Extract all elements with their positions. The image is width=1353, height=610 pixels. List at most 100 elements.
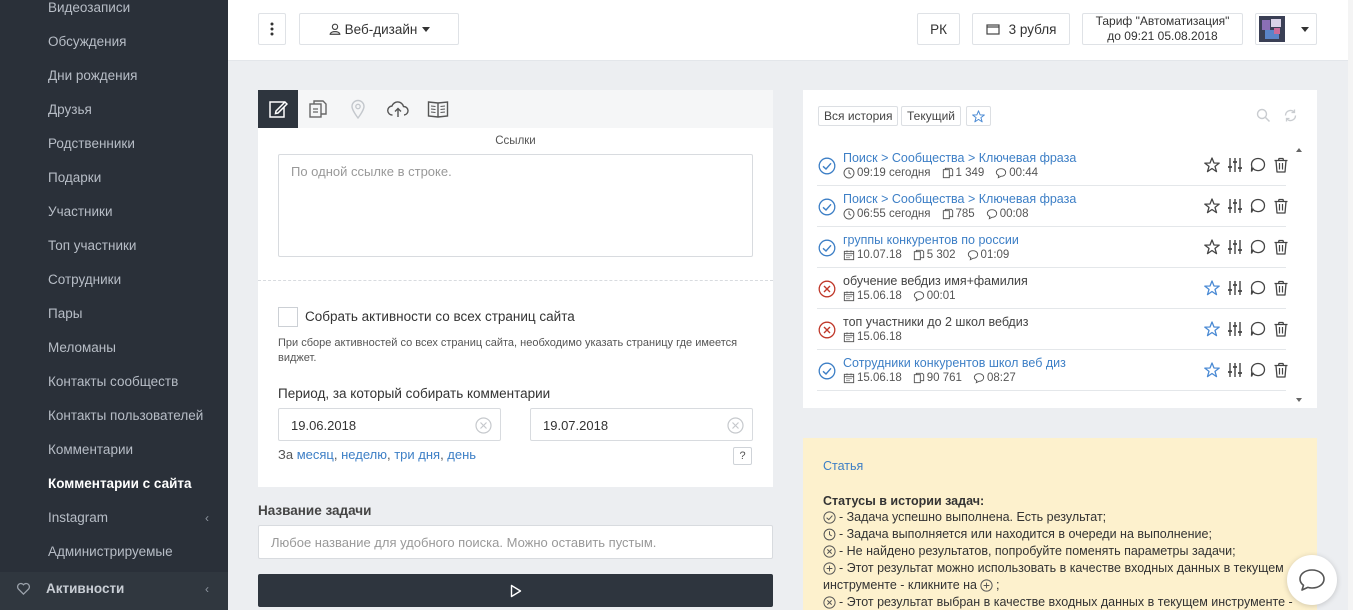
star-icon[interactable] — [1200, 362, 1223, 378]
history-row[interactable]: Поиск > Сообщества > Ключевая фраза 06:55… — [817, 186, 1287, 227]
language-button[interactable]: РК — [917, 13, 960, 45]
tab-copy-from-results[interactable] — [298, 90, 338, 128]
star-icon[interactable] — [1200, 198, 1223, 214]
sidebar-item-pairs[interactable]: Пары — [48, 306, 82, 321]
more-menu-button[interactable] — [258, 13, 286, 45]
page-scrollbar[interactable] — [1348, 0, 1353, 610]
sidebar-item-community-contacts[interactable]: Контакты сообществ — [48, 374, 178, 389]
sidebar-item-user-contacts[interactable]: Контакты пользователей — [48, 408, 203, 423]
settings-sliders-icon[interactable] — [1223, 198, 1246, 214]
chat-button[interactable] — [1287, 555, 1337, 605]
row-date: 09:19 сегодня — [857, 167, 931, 179]
settings-sliders-icon[interactable] — [1223, 239, 1246, 255]
project-select[interactable]: Веб-дизайн — [299, 13, 459, 45]
star-icon[interactable] — [1200, 239, 1223, 255]
sidebar-item-videos[interactable]: Видеозаписи — [48, 0, 130, 15]
links-input[interactable] — [278, 154, 753, 257]
reuse-icon[interactable] — [1246, 239, 1269, 255]
balance-button[interactable]: 3 рубля — [972, 13, 1070, 45]
trash-icon[interactable] — [1269, 198, 1292, 214]
sidebar-item-employees[interactable]: Сотрудники — [48, 272, 121, 287]
settings-sliders-icon[interactable] — [1223, 362, 1246, 378]
row-title[interactable]: Поиск > Сообщества > Ключевая фраза — [843, 151, 1076, 165]
sidebar-item-discussions[interactable]: Обсуждения — [48, 34, 126, 49]
settings-sliders-icon[interactable] — [1223, 157, 1246, 173]
history-row[interactable]: обучение вебдиз имя+фамилия 15.06.18 00:01 — [817, 268, 1287, 309]
sidebar-item-site-comments[interactable]: Комментарии с сайта — [48, 476, 192, 491]
row-duration: 08:27 — [986, 372, 1016, 384]
reuse-icon[interactable] — [1246, 157, 1269, 173]
trash-icon[interactable] — [1269, 362, 1292, 378]
reuse-icon[interactable] — [1246, 280, 1269, 296]
refresh-icon[interactable] — [1283, 108, 1298, 123]
star-icon[interactable] — [1200, 157, 1223, 173]
quick-range-day-link[interactable]: день — [447, 447, 476, 462]
sidebar-item-top-members[interactable]: Топ участники — [48, 238, 136, 253]
article-link[interactable]: Статья — [823, 459, 863, 473]
favorites-filter-button[interactable] — [966, 106, 991, 126]
tab-upload[interactable] — [378, 90, 418, 128]
legend-text: - Не найдено результатов, попробуйте пом… — [839, 544, 1236, 558]
reuse-icon[interactable] — [1246, 362, 1269, 378]
search-icon[interactable] — [1256, 108, 1271, 123]
row-title[interactable]: обучение вебдиз имя+фамилия — [843, 274, 1028, 288]
sidebar-item-administered[interactable]: Администрируемые — [48, 544, 173, 559]
clear-date-to-icon[interactable] — [727, 417, 744, 434]
help-button[interactable]: ? — [733, 447, 752, 465]
settings-sliders-icon[interactable] — [1223, 321, 1246, 337]
tab-manual-input[interactable] — [258, 90, 298, 128]
reuse-icon[interactable] — [1246, 321, 1269, 337]
star-icon[interactable] — [1200, 321, 1223, 337]
sidebar-item-music-lovers[interactable]: Меломаны — [48, 340, 116, 355]
sidebar-item-relatives[interactable]: Родственники — [48, 136, 135, 151]
row-title[interactable]: Сотрудники конкурентов школ веб диз — [843, 356, 1066, 370]
trash-icon[interactable] — [1269, 239, 1292, 255]
row-title[interactable]: Поиск > Сообщества > Ключевая фраза — [843, 192, 1076, 206]
row-title[interactable]: топ участники до 2 школ вебдиз — [843, 315, 1028, 329]
tariff-expiry: до 09:21 05.08.2018 — [1107, 29, 1218, 43]
tab-location[interactable] — [338, 90, 378, 128]
row-meta: 10.07.18 5 302 01:09 — [843, 249, 1020, 261]
quick-range: За месяц, неделю, три дня, день — [278, 447, 477, 462]
collect-all-pages-label[interactable]: Собрать активности со всех страниц сайта — [305, 309, 575, 324]
sidebar-item-members[interactable]: Участники — [48, 204, 113, 219]
quick-range-month-link[interactable]: месяц — [297, 447, 334, 462]
duration-meta: 01:09 — [967, 249, 1009, 261]
trash-icon[interactable] — [1269, 280, 1292, 296]
collect-all-pages-checkbox[interactable] — [278, 307, 298, 327]
clear-date-from-icon[interactable] — [475, 417, 492, 434]
count-meta: 5 302 — [913, 249, 956, 261]
sidebar-item-birthdays[interactable]: Дни рождения — [48, 68, 137, 83]
tab-all-history[interactable]: Вся история — [818, 106, 899, 126]
row-actions — [1200, 321, 1292, 337]
sidebar-item-gifts[interactable]: Подарки — [48, 170, 101, 185]
task-name-input[interactable] — [258, 525, 773, 559]
star-icon[interactable] — [1200, 280, 1223, 296]
settings-sliders-icon[interactable] — [1223, 280, 1246, 296]
trash-icon[interactable] — [1269, 157, 1292, 173]
history-row[interactable]: группы конкурентов по россии 10.07.18 5 30… — [817, 227, 1287, 268]
date-to-field[interactable]: 19.07.2018 — [530, 408, 753, 441]
trash-icon[interactable] — [1269, 321, 1292, 337]
status-success-icon — [818, 198, 836, 216]
date-from-field[interactable]: 19.06.2018 — [278, 408, 501, 441]
tab-current[interactable]: Текущий — [901, 106, 961, 126]
row-title[interactable]: группы конкурентов по россии — [843, 233, 1019, 247]
history-row[interactable]: Поиск > Сообщества > Ключевая фраза 09:19… — [817, 145, 1287, 186]
quick-range-3days-link[interactable]: три дня — [394, 447, 440, 462]
run-task-button[interactable] — [258, 574, 773, 607]
quick-range-week-link[interactable]: неделю — [341, 447, 387, 462]
tab-presets[interactable] — [418, 90, 458, 128]
sidebar-item-activities[interactable]: Активности ‹ — [0, 572, 228, 610]
sidebar-item-instagram[interactable]: Instagram — [48, 510, 108, 525]
sidebar-item-friends[interactable]: Друзья — [48, 102, 92, 117]
status-failed-icon — [818, 321, 836, 339]
account-menu[interactable] — [1255, 13, 1317, 45]
sidebar-item-comments[interactable]: Комментарии — [48, 442, 133, 457]
reuse-icon[interactable] — [1246, 198, 1269, 214]
history-scrollbar[interactable] — [1295, 146, 1303, 404]
history-row[interactable]: топ участники до 2 школ вебдиз 15.06.18 — [817, 309, 1287, 350]
tariff-button[interactable]: Тариф "Автоматизация" до 09:21 05.08.201… — [1082, 13, 1243, 45]
history-row[interactable]: Сотрудники конкурентов школ веб диз 15.06… — [817, 350, 1287, 391]
document-icon — [913, 249, 927, 261]
